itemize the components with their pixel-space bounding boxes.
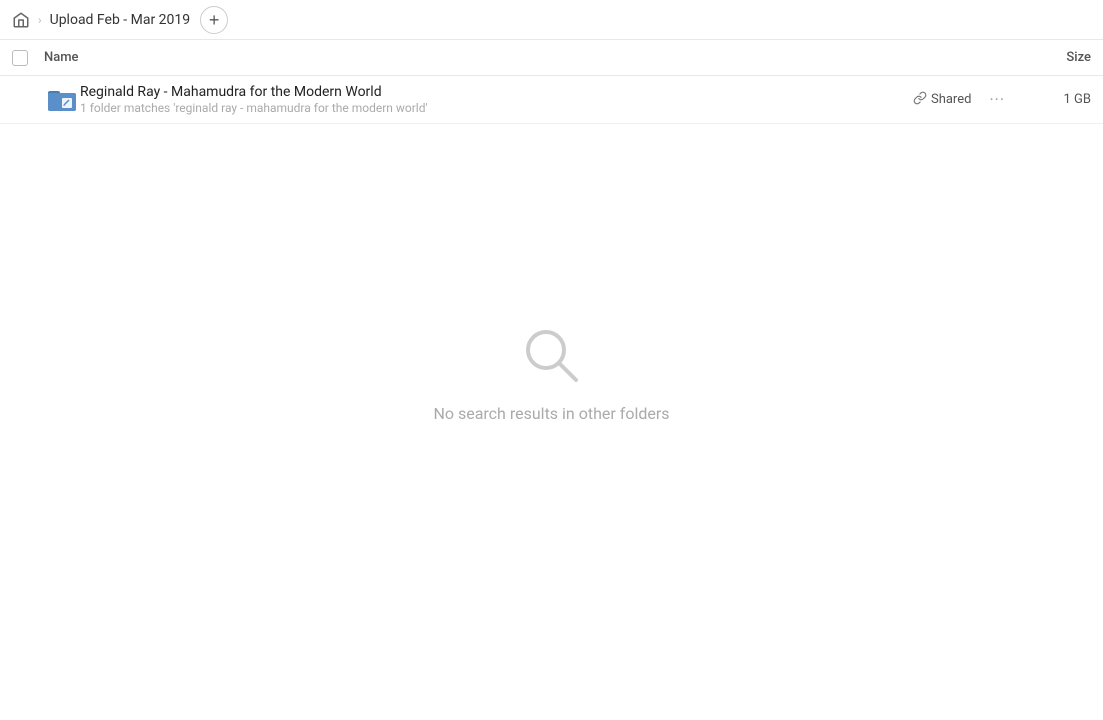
no-results-area: No search results in other folders (0, 324, 1103, 423)
file-match-text: 1 folder matches 'reginald ray - mahamud… (80, 101, 913, 115)
column-headers: Name Size (0, 40, 1103, 76)
shared-badge: Shared (913, 91, 971, 109)
more-options-icon[interactable]: ··· (983, 86, 1011, 113)
file-icon-col (44, 88, 80, 112)
file-size: 1 GB (1011, 92, 1091, 107)
file-name-col: Reginald Ray - Mahamudra for the Modern … (80, 84, 913, 115)
table-row[interactable]: Reginald Ray - Mahamudra for the Modern … (0, 76, 1103, 124)
link-icon (913, 91, 927, 109)
shared-label: Shared (931, 92, 971, 107)
file-name: Reginald Ray - Mahamudra for the Modern … (80, 84, 913, 100)
home-button[interactable] (12, 11, 30, 29)
name-column-header: Name (44, 50, 1011, 65)
no-results-text: No search results in other folders (433, 404, 669, 423)
select-all-checkbox[interactable] (12, 50, 28, 66)
breadcrumb-title: Upload Feb - Mar 2019 (50, 12, 191, 28)
select-all-checkbox-col[interactable] (12, 50, 44, 66)
add-button[interactable]: + (200, 6, 228, 34)
breadcrumb-separator: › (38, 13, 42, 27)
folder-icon (48, 88, 76, 112)
header: › Upload Feb - Mar 2019 + (0, 0, 1103, 40)
size-column-header: Size (1011, 50, 1091, 65)
file-actions: Shared ··· (913, 86, 1011, 113)
no-results-search-icon (520, 324, 584, 388)
